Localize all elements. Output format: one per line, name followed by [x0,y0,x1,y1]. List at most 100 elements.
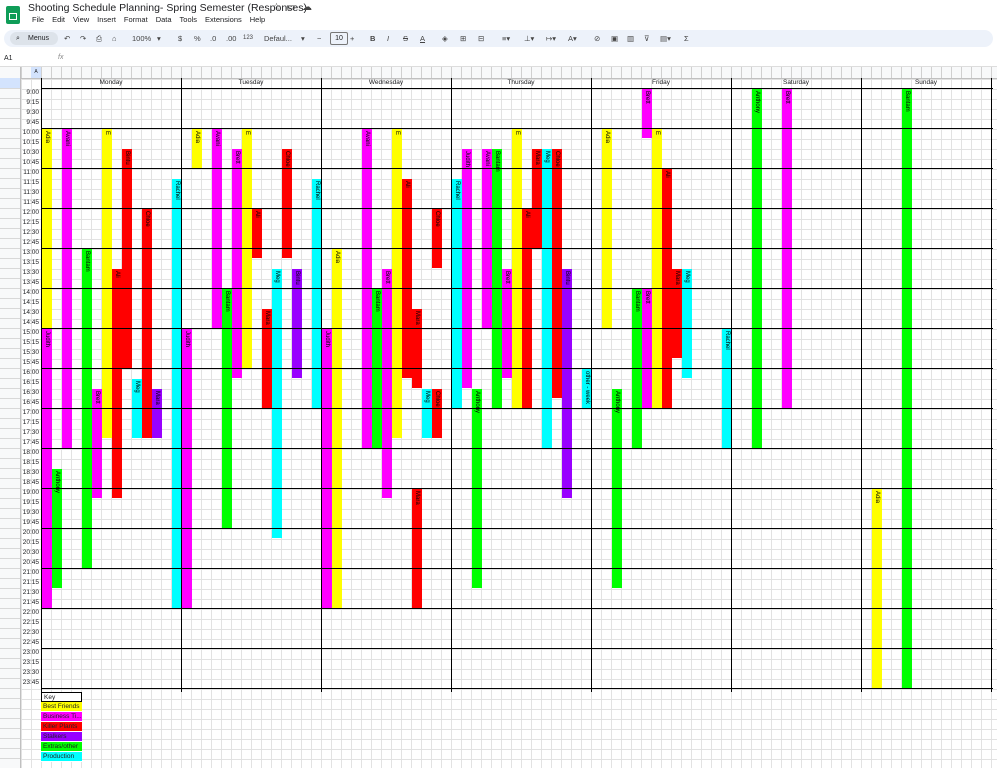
shift-block-brett[interactable]: Brett [232,149,242,378]
currency-button[interactable]: $ [178,32,182,45]
time-label[interactable]: 16:00 [21,368,41,378]
strikethrough-button[interactable]: S [403,32,408,45]
shift-block-avani[interactable]: Avani [212,129,222,328]
time-label[interactable]: 14:30 [21,308,41,318]
font-size-decrease-button[interactable]: − [317,32,321,45]
print-icon[interactable]: ⎙ [96,32,102,45]
time-label[interactable]: 20:30 [21,548,41,558]
time-label[interactable]: 21:30 [21,588,41,598]
shift-block-adia[interactable]: Adia [192,129,202,168]
time-label[interactable]: 15:45 [21,358,41,368]
time-label[interactable]: 19:45 [21,518,41,528]
sheets-logo-icon[interactable] [6,6,20,24]
menu-insert[interactable]: Insert [93,15,120,24]
shift-block-ali[interactable]: Ali [522,209,532,408]
redo-icon[interactable]: ↷ [80,32,86,45]
day-header-thursday[interactable]: Thursday [451,78,591,88]
shift-block-judith[interactable]: Judith [42,329,52,608]
shift-block-adia[interactable]: Adia [872,489,882,688]
time-label[interactable]: 16:45 [21,398,41,408]
font-chevron-icon[interactable]: ▾ [301,32,305,45]
shift-block-ali[interactable]: Ali [112,269,122,498]
time-label[interactable]: 17:45 [21,438,41,448]
shift-block-e[interactable]: E [102,129,112,438]
merge-cells-icon[interactable]: ⊟ [478,32,484,45]
time-label[interactable]: 15:00 [21,328,41,338]
day-header-sunday[interactable]: Sunday [861,78,991,88]
document-title[interactable]: Shooting Schedule Planning- Spring Semes… [28,2,307,14]
time-label[interactable]: 17:15 [21,418,41,428]
time-label[interactable]: 16:15 [21,378,41,388]
shift-block-meg[interactable]: Meg [422,389,432,438]
time-label[interactable]: 18:00 [21,448,41,458]
shift-block-judith[interactable]: Judith [462,149,472,388]
time-label[interactable]: 12:15 [21,218,41,228]
comment-icon[interactable]: ▣ [611,32,618,45]
shift-block-mara[interactable]: Mara [532,149,542,248]
time-label[interactable]: 9:45 [21,118,41,128]
shift-block-judith[interactable]: Judith [322,329,332,608]
shift-block-mara[interactable]: Mara [152,389,162,438]
star-icon[interactable]: ☆ [272,2,281,13]
time-label[interactable]: 15:15 [21,338,41,348]
time-label[interactable]: 12:30 [21,228,41,238]
menu-data[interactable]: Data [152,15,176,24]
spreadsheet-grid[interactable]: A Monday Tuesday Wednesday Thursday Friday Sa… [0,67,997,768]
column-header-a[interactable]: A [31,67,41,78]
time-label[interactable]: 14:15 [21,298,41,308]
filter-icon[interactable]: ⊽ [644,32,650,45]
shift-block-rachel[interactable]: Rachel [452,179,462,408]
time-label[interactable]: 11:15 [21,178,41,188]
time-label[interactable]: 23:00 [21,648,41,658]
shift-block-avani[interactable]: Avani [482,149,492,328]
time-label[interactable]: 10:00 [21,128,41,138]
folder-icon[interactable]: ▭ [286,2,295,13]
time-label[interactable]: 11:45 [21,198,41,208]
text-rotation-icon[interactable]: A▾ [568,32,577,45]
chevron-down-icon[interactable]: ▾ [157,32,161,45]
shift-block-anthony[interactable]: Anthony [752,89,762,448]
vertical-align-icon[interactable]: ⊥▾ [524,32,534,45]
increase-decimal-button[interactable]: .00 [226,32,236,45]
shift-block-bantam[interactable]: Bantam [902,89,912,688]
time-label[interactable]: 19:30 [21,508,41,518]
paint-format-icon[interactable]: ⌂ [112,32,117,45]
time-label[interactable]: 18:30 [21,468,41,478]
shift-block-meg[interactable]: Meg [542,149,552,448]
shift-block-brett[interactable]: Brett [502,269,512,378]
bold-button[interactable]: B [370,32,375,45]
functions-button[interactable]: Σ [684,32,689,45]
time-label[interactable]: 10:45 [21,158,41,168]
shift-block-bintu[interactable]: Bintu [292,269,302,378]
percent-button[interactable]: % [194,32,201,45]
zoom-select[interactable]: 100% [132,32,151,45]
chart-icon[interactable]: ▥ [627,32,634,45]
time-label[interactable]: 21:15 [21,578,41,588]
filter-views-icon[interactable]: ▤▾ [660,32,671,45]
day-header-monday[interactable]: Monday [41,78,181,88]
font-select[interactable]: Defaul... [264,32,292,45]
name-box[interactable]: A1 [4,55,13,62]
menu-format[interactable]: Format [120,15,152,24]
shift-block-mara[interactable]: Mara [262,309,272,408]
time-label[interactable]: 21:45 [21,598,41,608]
time-label[interactable]: 18:45 [21,478,41,488]
font-size-input[interactable]: 10 [330,32,348,45]
menu-extensions[interactable]: Extensions [201,15,246,24]
horizontal-align-icon[interactable]: ≡▾ [502,32,510,45]
time-label[interactable]: 11:00 [21,168,41,178]
time-label[interactable]: 9:30 [21,108,41,118]
shift-block-chloe[interactable]: Chloe [432,209,442,268]
shift-block-bantam[interactable]: Bantam [492,149,502,408]
text-wrap-icon[interactable]: ↦▾ [546,32,556,45]
number-format-button[interactable]: 123 [243,32,253,45]
time-label[interactable]: 20:15 [21,538,41,548]
time-label[interactable]: 11:30 [21,188,41,198]
day-header-saturday[interactable]: Saturday [731,78,861,88]
time-label[interactable]: 10:15 [21,138,41,148]
time-label[interactable]: 23:15 [21,658,41,668]
time-label[interactable]: 9:15 [21,98,41,108]
shift-block-e[interactable]: E [652,129,662,408]
time-label[interactable]: 12:45 [21,238,41,248]
shift-block-mara[interactable]: Mara [412,489,422,608]
